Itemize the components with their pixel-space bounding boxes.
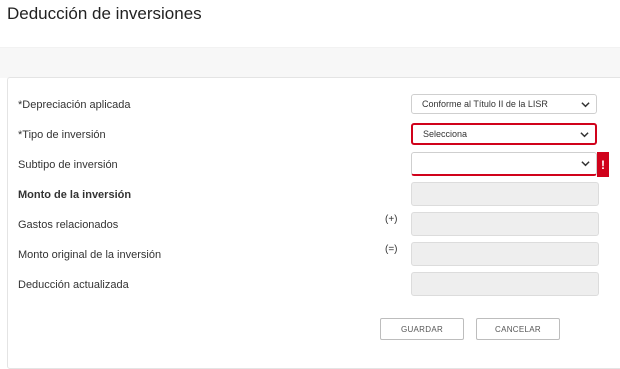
- chevron-down-icon: [578, 97, 592, 111]
- plus-operator: (+): [385, 214, 398, 225]
- monto-label: Monto de la inversión: [18, 189, 132, 201]
- page-title: Deducción de inversiones: [7, 4, 202, 23]
- gastos-label: Gastos relacionados: [18, 219, 119, 231]
- cancel-button[interactable]: CANCELAR: [476, 318, 560, 340]
- tipo-label: *Tipo de inversión: [18, 129, 106, 141]
- monto-original-field[interactable]: [411, 242, 599, 266]
- chevron-down-icon: [577, 127, 591, 141]
- header-band: [0, 48, 620, 78]
- exclamation-icon: !: [597, 152, 609, 177]
- equals-operator: (=): [385, 244, 398, 255]
- save-button[interactable]: GUARDAR: [380, 318, 464, 340]
- monto-original-label: Monto original de la inversión: [18, 249, 162, 261]
- deduccion-label: Deducción actualizada: [18, 279, 129, 291]
- monto-field[interactable]: [411, 182, 599, 206]
- tipo-select[interactable]: Selecciona: [411, 123, 597, 145]
- chevron-down-icon: [578, 157, 592, 171]
- gastos-field[interactable]: [411, 212, 599, 236]
- depreciacion-select[interactable]: Conforme al Título II de la LISR: [411, 94, 597, 114]
- subtipo-select[interactable]: [411, 152, 597, 176]
- deduccion-field[interactable]: [411, 272, 599, 296]
- depreciacion-value: Conforme al Título II de la LISR: [422, 99, 548, 109]
- depreciacion-label: *Depreciación aplicada: [18, 99, 131, 111]
- subtipo-label: Subtipo de inversión: [18, 159, 118, 171]
- tipo-value: Selecciona: [423, 129, 468, 139]
